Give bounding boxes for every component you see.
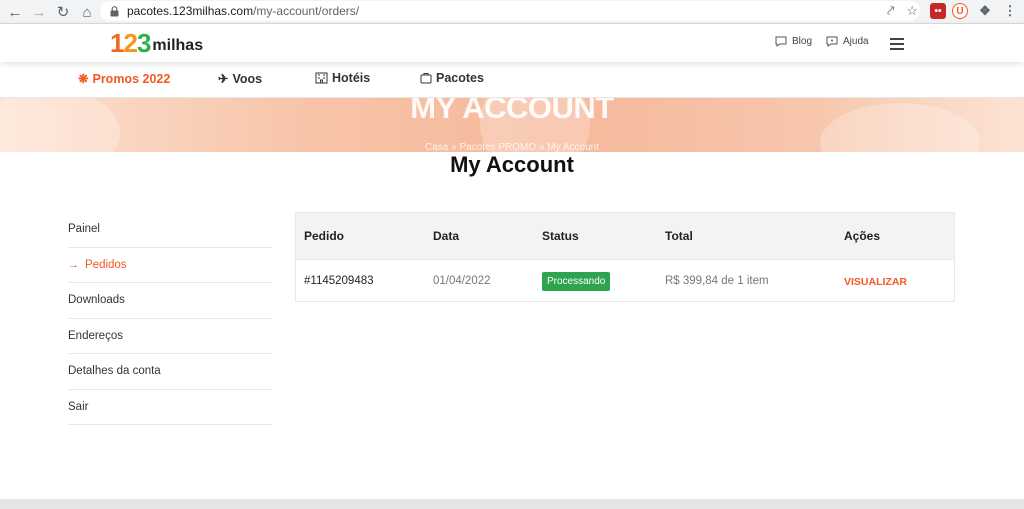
- hamburger-menu-icon[interactable]: [890, 38, 904, 53]
- plane-icon: ✈: [218, 72, 229, 86]
- footer-bar: [0, 499, 1024, 509]
- column-header: Data: [433, 229, 460, 243]
- table-header: Pedido Data Status Total Ações: [296, 213, 954, 259]
- reload-icon[interactable]: ↻: [52, 1, 74, 23]
- order-number-link[interactable]: #1145209483: [304, 275, 374, 287]
- column-header: Pedido: [304, 229, 345, 243]
- category-nav: ❋ Promos 2022 ✈ Voos Hotéis Pacotes: [0, 62, 1024, 98]
- user-extension-icon[interactable]: U: [952, 3, 968, 19]
- share-icon[interactable]: ⤤: [887, 3, 894, 19]
- menu-dots-icon[interactable]: ⋮: [1002, 3, 1018, 19]
- nav-pacotes[interactable]: Pacotes: [420, 71, 484, 85]
- browser-toolbar: ← → ↻ ⌂ pacotes.123milhas.com/my-account…: [0, 0, 1024, 24]
- nav-voos[interactable]: ✈ Voos: [218, 71, 262, 87]
- page-title: My Account: [450, 152, 574, 177]
- column-header: Status: [542, 229, 579, 243]
- forward-icon[interactable]: →: [28, 1, 50, 23]
- status-badge: Processando: [542, 272, 611, 291]
- nav-hoteis[interactable]: Hotéis: [315, 71, 370, 85]
- nav-promos[interactable]: ❋ Promos 2022: [78, 71, 170, 87]
- sidebar-item-sair[interactable]: Sair: [68, 390, 272, 425]
- site-header: 123 milhas Blog Ajuda: [0, 24, 1024, 62]
- sidebar-item-downloads[interactable]: Downloads: [68, 283, 272, 319]
- site-logo[interactable]: 123 milhas: [110, 30, 203, 56]
- sidebar-item-painel[interactable]: Painel: [68, 212, 272, 248]
- back-icon[interactable]: ←: [4, 1, 26, 23]
- puzzle-icon[interactable]: ❖: [977, 3, 993, 19]
- url-domain: pacotes.123milhas.com: [127, 4, 254, 18]
- column-header: Total: [665, 229, 693, 243]
- account-sidebar: Painel → Pedidos Downloads Endereços Deta…: [68, 212, 272, 425]
- column-header: Ações: [844, 229, 881, 243]
- gear-icon: ❋: [78, 72, 89, 86]
- blog-link[interactable]: Blog: [775, 36, 812, 47]
- help-link[interactable]: Ajuda: [826, 36, 869, 47]
- page-banner: MY ACCOUNT Casa » Pacotes PROMO » My Acc…: [0, 98, 1024, 152]
- order-date: 01/04/2022: [433, 275, 491, 287]
- sidebar-item-pedidos[interactable]: → Pedidos: [68, 248, 272, 283]
- suitcase-icon: [420, 73, 432, 84]
- view-order-button[interactable]: VISUALIZAR: [844, 276, 907, 288]
- arrow-right-icon: →: [68, 258, 79, 271]
- support-icon: [826, 36, 838, 47]
- sidebar-item-enderecos[interactable]: Endereços: [68, 319, 272, 354]
- extension-icon[interactable]: ••: [930, 3, 946, 19]
- bookmark-star-icon[interactable]: ☆: [906, 3, 918, 19]
- logo-digits: 123: [110, 28, 151, 58]
- breadcrumb: Casa » Pacotes PROMO » My Account: [425, 142, 599, 152]
- lock-icon: [110, 5, 119, 16]
- orders-table: Pedido Data Status Total Ações #11452094…: [295, 212, 955, 302]
- url-path: /my-account/orders/: [253, 4, 360, 18]
- sidebar-item-detalhes[interactable]: Detalhes da conta: [68, 354, 272, 390]
- order-total: R$ 399,84 de 1 item: [665, 275, 769, 287]
- table-row: #1145209483 01/04/2022 Processando R$ 39…: [296, 259, 954, 303]
- banner-title: MY ACCOUNT: [410, 98, 614, 125]
- hotel-icon: [315, 72, 328, 84]
- home-icon[interactable]: ⌂: [76, 1, 98, 23]
- chat-icon: [775, 36, 787, 47]
- logo-word: milhas: [152, 37, 204, 54]
- address-bar[interactable]: pacotes.123milhas.com/my-account/orders/: [100, 1, 920, 21]
